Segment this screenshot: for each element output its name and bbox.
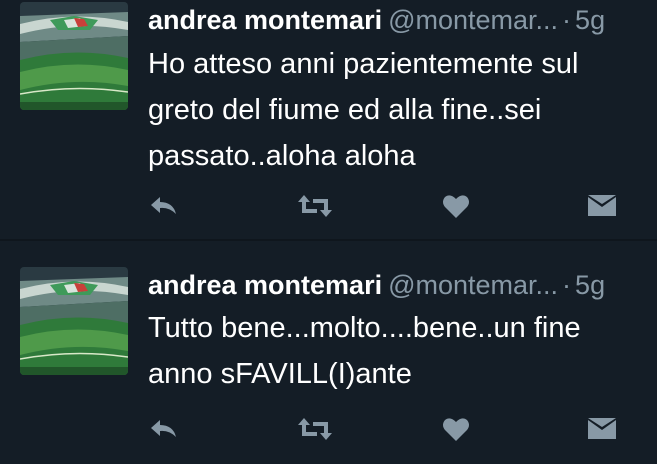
tweet-actions: [0, 409, 657, 449]
tweet-header: andrea montemari @montemar... · 5g: [148, 265, 647, 305]
tweet-actions: [0, 186, 657, 226]
stadium-avatar-image: [20, 267, 128, 375]
direct-message-icon: [588, 418, 616, 439]
author-name[interactable]: andrea montemari: [148, 5, 382, 35]
reply-icon: [151, 420, 176, 437]
timestamp[interactable]: 5g: [575, 5, 605, 35]
separator-dot: ·: [562, 270, 572, 300]
tweet-header: andrea montemari @montemar... · 5g: [148, 0, 647, 40]
retweet-icon: [298, 418, 332, 440]
reply-button[interactable]: [144, 186, 184, 226]
timestamp[interactable]: 5g: [575, 270, 605, 300]
direct-message-button[interactable]: [582, 409, 622, 449]
retweet-icon: [298, 195, 332, 217]
like-icon: [443, 418, 469, 441]
direct-message-icon: [588, 195, 616, 216]
tweet-text: Ho atteso anni pazientemente sul greto d…: [148, 48, 579, 172]
tweet[interactable]: andrea montemari @montemar... · 5g Ho attes…: [0, 0, 657, 241]
retweet-button[interactable]: [295, 186, 335, 226]
stadium-avatar-image: [20, 2, 128, 110]
author-name[interactable]: andrea montemari: [148, 270, 382, 300]
avatar[interactable]: [20, 267, 128, 375]
like-button[interactable]: [436, 409, 476, 449]
author-handle[interactable]: @montemar...: [388, 270, 558, 300]
direct-message-button[interactable]: [582, 186, 622, 226]
avatar[interactable]: [20, 2, 128, 110]
reply-button[interactable]: [144, 409, 184, 449]
retweet-button[interactable]: [295, 409, 335, 449]
like-icon: [443, 195, 469, 218]
reply-icon: [151, 197, 176, 214]
timeline: andrea montemari @montemar... · 5g Ho attes…: [0, 0, 657, 464]
tweet[interactable]: andrea montemari @montemar... · 5g Tutto be…: [0, 243, 657, 464]
separator-dot: ·: [562, 5, 572, 35]
author-handle[interactable]: @montemar...: [388, 5, 558, 35]
tweet-text: Tutto bene...molto....bene..un fine anno…: [148, 312, 581, 390]
like-button[interactable]: [436, 186, 476, 226]
